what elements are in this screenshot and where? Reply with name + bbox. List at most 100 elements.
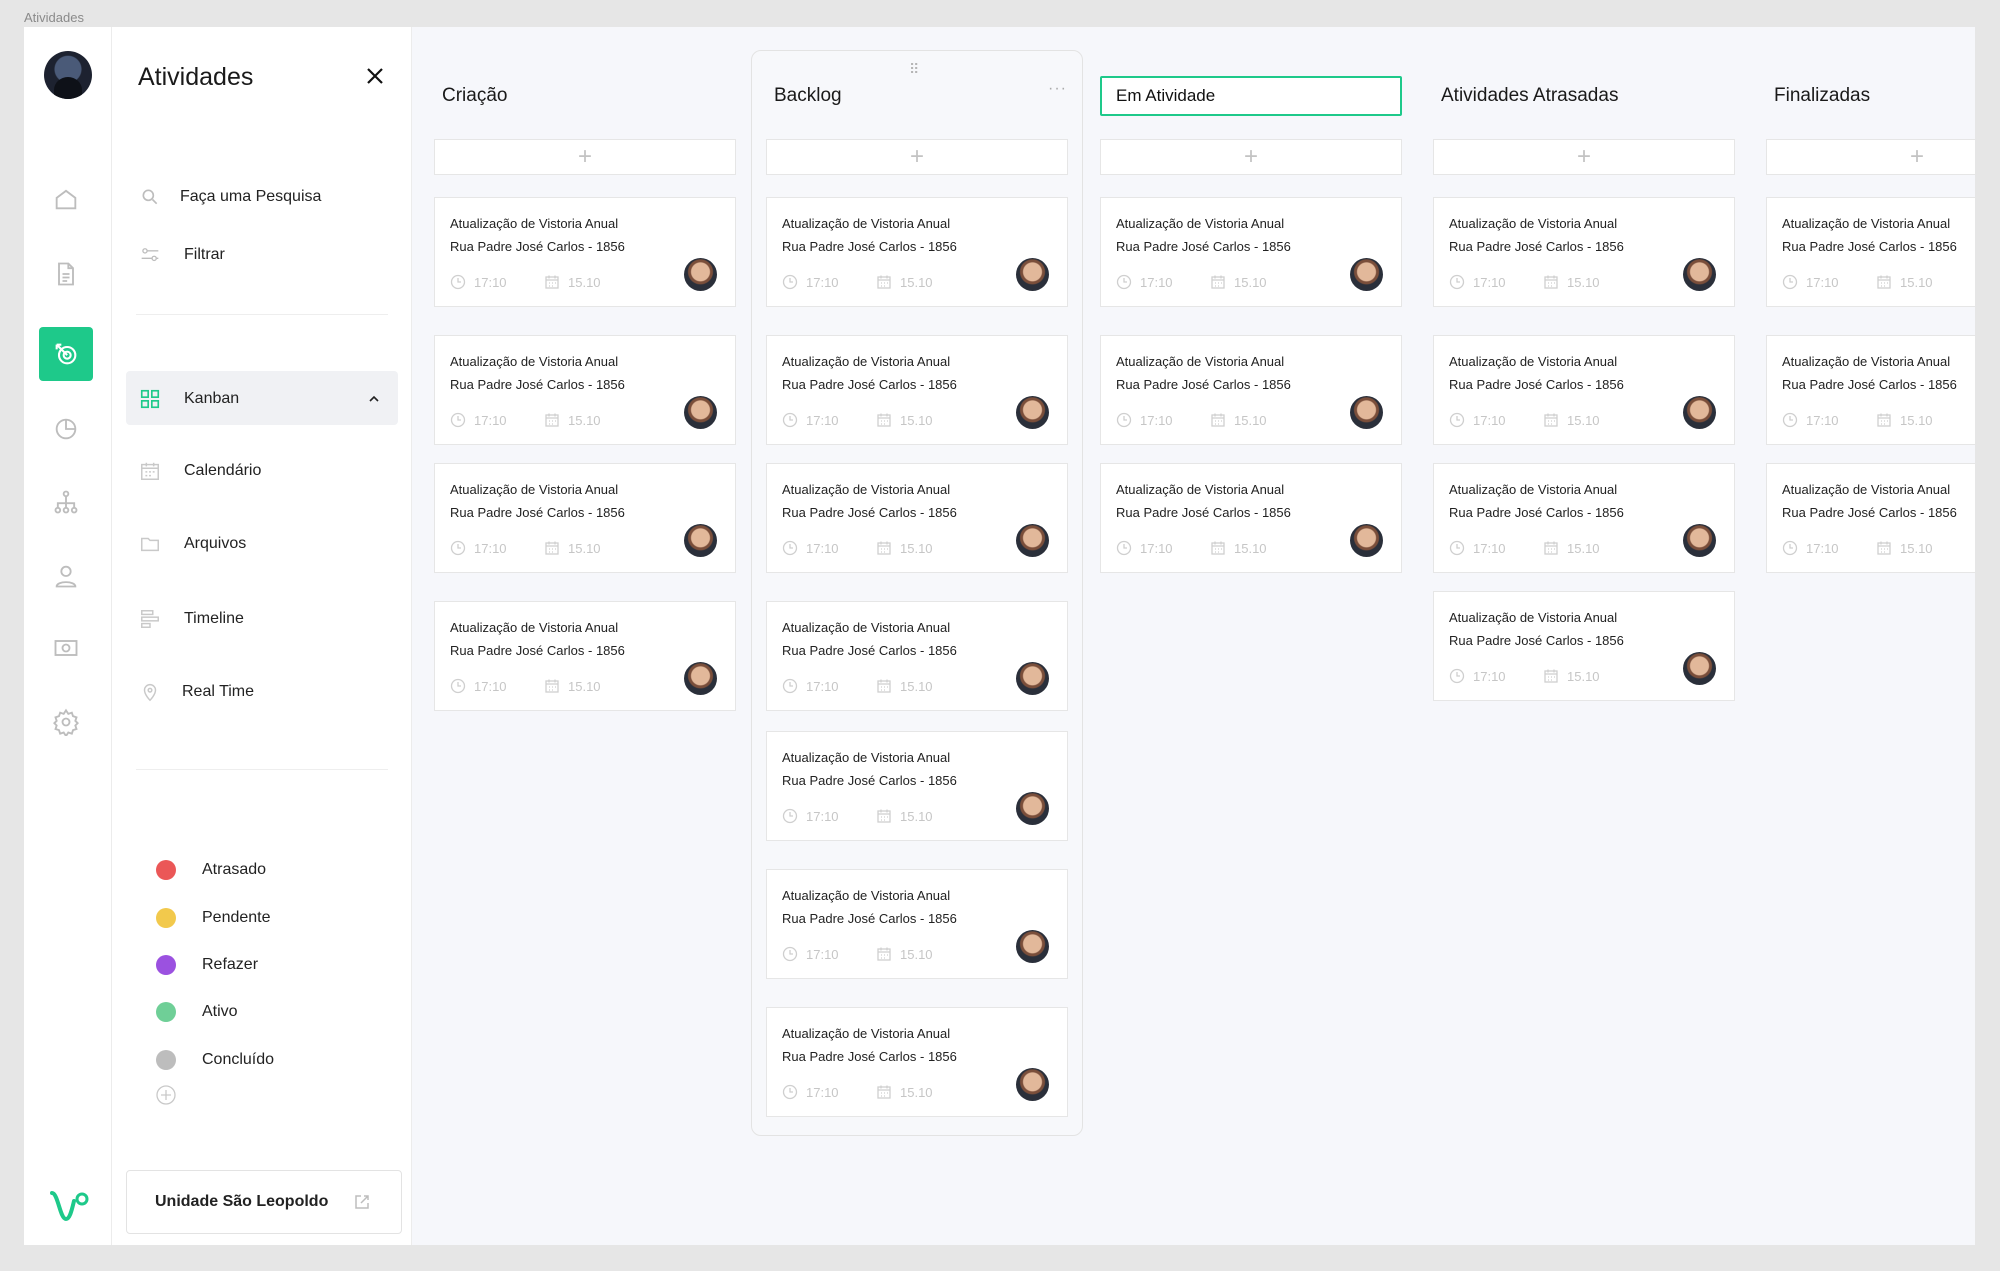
assignee-avatar[interactable] — [1350, 524, 1383, 557]
activities-icon[interactable] — [39, 327, 93, 381]
column-title-input[interactable]: Em Atividade — [1100, 76, 1402, 116]
status-pending[interactable]: Pendente — [156, 908, 271, 928]
clock-icon — [1449, 540, 1465, 556]
card-address: Rua Padre José Carlos - 1856 — [450, 643, 625, 658]
activity-card[interactable]: Atualização de Vistoria Anual Rua Padre J… — [766, 463, 1068, 573]
filter-button[interactable]: Filtrar — [138, 243, 225, 267]
activity-card[interactable]: Atualização de Vistoria Anual Rua Padre J… — [434, 601, 736, 711]
activity-card[interactable]: Atualização de Vistoria Anual Rua Padre J… — [766, 601, 1068, 711]
clock-icon — [1449, 668, 1465, 684]
time-text: 17:10 — [1806, 412, 1839, 428]
view-realtime[interactable]: Real Time — [138, 680, 254, 704]
activity-card[interactable]: Atualização de Vistoria Anual Rua Padre J… — [1766, 463, 1975, 573]
date-text: 15.10 — [1567, 668, 1600, 684]
activity-card[interactable]: Atualização de Vistoria Anual Rua Padre J… — [766, 1007, 1068, 1117]
close-icon[interactable] — [364, 65, 386, 87]
assignee-avatar[interactable] — [1350, 396, 1383, 429]
card-title: Atualização de Vistoria Anual — [782, 620, 951, 635]
assignee-avatar[interactable] — [1016, 258, 1049, 291]
status-label: Atrasado — [202, 861, 267, 878]
view-files[interactable]: Arquivos — [138, 532, 246, 556]
date-text: 15.10 — [900, 540, 933, 556]
user-icon[interactable] — [39, 549, 93, 603]
activity-card[interactable]: Atualização de Vistoria Anual Rua Padre J… — [1766, 335, 1975, 445]
add-card-button[interactable]: + — [1100, 139, 1402, 175]
activity-card[interactable]: Atualização de Vistoria Anual Rua Padre J… — [766, 335, 1068, 445]
view-label: Calendário — [184, 462, 262, 479]
add-card-button[interactable]: + — [1433, 139, 1735, 175]
add-card-button[interactable]: + — [766, 139, 1068, 175]
add-card-button[interactable]: + — [1766, 139, 1975, 175]
assignee-avatar[interactable] — [684, 662, 717, 695]
view-label: Real Time — [182, 683, 255, 700]
assignee-avatar[interactable] — [1683, 258, 1716, 291]
view-timeline[interactable]: Timeline — [138, 607, 244, 631]
date-text: 15.10 — [1900, 274, 1933, 290]
assignee-avatar[interactable] — [1683, 524, 1716, 557]
activity-card[interactable]: Atualização de Vistoria Anual Rua Padre J… — [1100, 197, 1402, 307]
unit-selector[interactable]: Unidade São Leopoldo — [126, 1170, 402, 1234]
activity-card[interactable]: Atualização de Vistoria Anual Rua Padre J… — [766, 869, 1068, 979]
activity-card[interactable]: Atualização de Vistoria Anual Rua Padre J… — [1100, 335, 1402, 445]
assignee-avatar[interactable] — [1016, 792, 1049, 825]
drag-handle-icon[interactable]: ⠿ — [909, 61, 920, 78]
assignee-avatar[interactable] — [1016, 1068, 1049, 1101]
home-icon[interactable] — [39, 172, 93, 226]
add-status-icon[interactable] — [156, 1085, 176, 1105]
activity-card[interactable]: Atualização de Vistoria Anual Rua Padre J… — [1433, 591, 1735, 701]
activity-card[interactable]: Atualização de Vistoria Anual Rua Padre J… — [1433, 335, 1735, 445]
assignee-avatar[interactable] — [1683, 652, 1716, 685]
settings-icon[interactable] — [39, 695, 93, 749]
status-done[interactable]: Concluído — [156, 1050, 274, 1070]
assignee-avatar[interactable] — [684, 258, 717, 291]
card-address: Rua Padre José Carlos - 1856 — [782, 911, 957, 926]
user-avatar[interactable] — [44, 51, 92, 99]
status-late[interactable]: Atrasado — [156, 860, 266, 880]
assignee-avatar[interactable] — [1016, 396, 1049, 429]
external-link-icon[interactable] — [353, 1193, 371, 1211]
status-redo[interactable]: Refazer — [156, 955, 258, 975]
status-active[interactable]: Ativo — [156, 1002, 238, 1022]
chart-icon[interactable] — [39, 402, 93, 456]
time-text: 17:10 — [474, 412, 507, 428]
assignee-avatar[interactable] — [684, 524, 717, 557]
calendar-icon — [1544, 275, 1558, 289]
time-text: 17:10 — [474, 540, 507, 556]
date-text: 15.10 — [900, 274, 933, 290]
view-calendar[interactable]: Calendário — [138, 459, 261, 483]
assignee-avatar[interactable] — [1683, 396, 1716, 429]
column-title: Backlog — [774, 85, 842, 106]
activity-card[interactable]: Atualização de Vistoria Anual Rua Padre J… — [434, 197, 736, 307]
chevron-up-icon[interactable] — [367, 392, 381, 406]
card-date: 15.10 — [544, 274, 601, 290]
search-button[interactable]: Faça uma Pesquisa — [138, 185, 321, 209]
activity-card[interactable]: Atualização de Vistoria Anual Rua Padre J… — [1433, 197, 1735, 307]
date-text: 15.10 — [568, 274, 601, 290]
activity-card[interactable]: Atualização de Vistoria Anual Rua Padre J… — [1100, 463, 1402, 573]
activity-card[interactable]: Atualização de Vistoria Anual Rua Padre J… — [434, 335, 736, 445]
time-text: 17:10 — [474, 678, 507, 694]
assignee-avatar[interactable] — [1350, 258, 1383, 291]
card-date: 15.10 — [876, 274, 933, 290]
assignee-avatar[interactable] — [1016, 930, 1049, 963]
money-icon[interactable] — [39, 621, 93, 675]
activity-card[interactable]: Atualização de Vistoria Anual Rua Padre J… — [1766, 197, 1975, 307]
card-time: 17:10 — [1449, 274, 1506, 290]
kanban-column: Criação + Atualização de Vistoria Anual Rua… — [434, 27, 736, 1245]
card-date: 15.10 — [544, 678, 601, 694]
view-kanban[interactable]: Kanban — [138, 387, 239, 411]
assignee-avatar[interactable] — [1016, 524, 1049, 557]
org-icon[interactable] — [39, 475, 93, 529]
assignee-avatar[interactable] — [1016, 662, 1049, 695]
activity-card[interactable]: Atualização de Vistoria Anual Rua Padre J… — [766, 731, 1068, 841]
assignee-avatar[interactable] — [684, 396, 717, 429]
activity-card[interactable]: Atualização de Vistoria Anual Rua Padre J… — [1433, 463, 1735, 573]
add-card-button[interactable]: + — [434, 139, 736, 175]
activity-card[interactable]: Atualização de Vistoria Anual Rua Padre J… — [434, 463, 736, 573]
card-time: 17:10 — [782, 540, 839, 556]
clock-icon — [1449, 412, 1465, 428]
calendar-icon — [1211, 275, 1225, 289]
activity-card[interactable]: Atualização de Vistoria Anual Rua Padre J… — [766, 197, 1068, 307]
more-options-icon[interactable]: ··· — [1048, 80, 1067, 98]
document-icon[interactable] — [39, 247, 93, 301]
